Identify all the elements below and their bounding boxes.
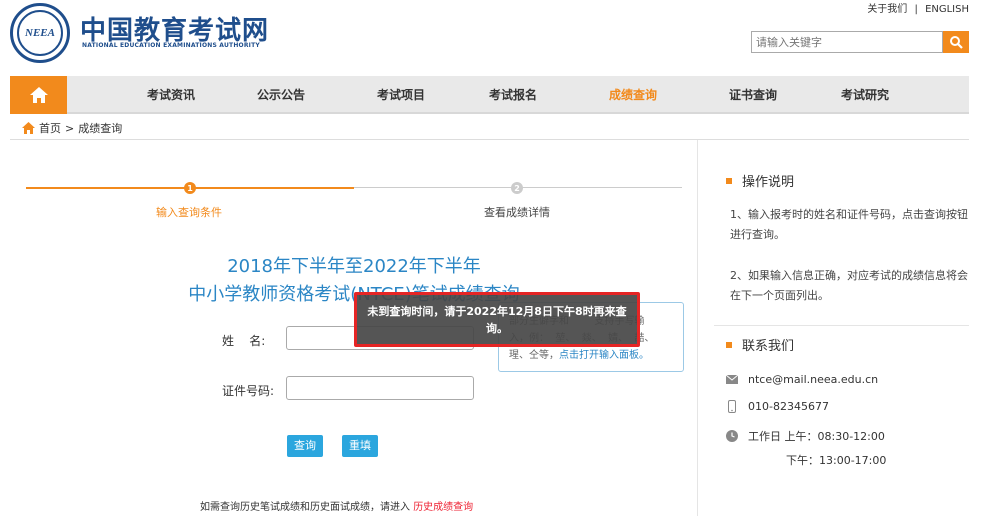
contact-hours: 工作日 上午：08:30-12:00 <box>726 428 885 444</box>
name-label: 姓 名: <box>222 334 266 348</box>
site-subtitle: NATIONAL EDUCATION EXAMINATIONS AUTHORIT… <box>82 42 260 49</box>
reset-button[interactable]: 重填 <box>342 435 378 457</box>
search-box <box>751 31 943 53</box>
contact-heading: 联系我们 <box>726 335 794 354</box>
nav-item-exam-research[interactable]: 考试研究 <box>820 76 910 114</box>
hours-pm-value: 下午：13:00-17:00 <box>786 454 887 467</box>
breadcrumb-current: 成绩查询 <box>78 122 123 135</box>
contact-phone: 010-82345677 <box>726 400 829 413</box>
search-input[interactable] <box>752 32 942 52</box>
breadcrumb: 首页 > 成绩查询 <box>22 120 122 136</box>
id-number-field[interactable] <box>286 376 474 400</box>
home-icon <box>22 122 35 134</box>
english-link[interactable]: ENGLISH <box>925 4 969 15</box>
bullet-square-icon <box>726 341 732 348</box>
nav-item-exam-projects[interactable]: 考试项目 <box>356 76 446 114</box>
history-score-link[interactable]: 历史成绩查询 <box>413 502 473 513</box>
search-button[interactable] <box>943 31 969 53</box>
query-title-line1: 2018年下半年至2022年下半年 <box>227 256 481 277</box>
sidebar-section-divider <box>714 325 969 326</box>
operation-step-1: 1、输入报考时的姓名和证件号码，点击查询按钮进行查询。 <box>730 208 968 241</box>
contact-email: ntce@mail.neea.edu.cn <box>726 373 878 386</box>
step-2-marker: 2 <box>511 182 523 194</box>
search-query-button[interactable]: 查询 <box>287 435 323 457</box>
search-icon <box>950 36 963 49</box>
breadcrumb-home[interactable]: 首页 <box>39 120 61 136</box>
nav-home-button[interactable] <box>10 76 67 114</box>
sidebar-divider <box>697 140 698 516</box>
site-logo[interactable]: NEEA <box>10 3 70 63</box>
nav-item-exam-news[interactable]: 考试资讯 <box>126 76 216 114</box>
phone-value: 010-82345677 <box>748 400 829 413</box>
mail-icon <box>726 374 738 386</box>
main-nav: 考试资讯 公示公告 考试项目 考试报名 成绩查询 证书查询 考试研究 <box>10 76 969 114</box>
step-1-label: 输入查询条件 <box>156 206 222 219</box>
link-separator: | <box>914 4 918 15</box>
bullet-square-icon <box>726 177 732 184</box>
clock-icon <box>726 430 738 442</box>
operation-guide-title: 操作说明 <box>742 175 795 190</box>
open-input-panel-link[interactable]: 点击打开输入面板。 <box>559 350 649 361</box>
about-link[interactable]: 关于我们 <box>867 4 907 15</box>
step-2-label: 查看成绩详情 <box>484 206 550 219</box>
email-value: ntce@mail.neea.edu.cn <box>748 373 879 386</box>
contact-hours-pm: 下午：13:00-17:00 <box>786 452 886 468</box>
nav-item-certificate-query[interactable]: 证书查询 <box>708 76 798 114</box>
logo-mark: NEEA <box>17 10 63 56</box>
step-1-marker: 1 <box>184 182 196 194</box>
home-icon <box>29 87 48 103</box>
hint-line-3: 瑆、仝等， <box>509 350 559 361</box>
nav-item-notices[interactable]: 公示公告 <box>236 76 326 114</box>
id-number-label: 证件号码: <box>222 384 275 398</box>
nav-item-registration[interactable]: 考试报名 <box>468 76 558 114</box>
operation-step-2: 2、如果输入信息正确，对应考试的成绩信息将会在下一个页面列出。 <box>730 269 968 302</box>
top-links: 关于我们 | ENGLISH <box>863 0 969 15</box>
contact-title: 联系我们 <box>742 339 795 354</box>
hours-am-value: 工作日 上午：08:30-12:00 <box>748 430 885 443</box>
history-note: 如需查询历史笔试成绩和历史面试成绩，请进入 历史成绩查询 <box>200 498 473 513</box>
breadcrumb-separator: > <box>65 121 75 135</box>
query-time-alert: 未到查询时间，请于2022年12月8日下午8时再来查询。 <box>354 292 640 347</box>
operation-guide-heading: 操作说明 <box>726 171 794 190</box>
breadcrumb-divider <box>10 139 969 140</box>
history-text: 如需查询历史笔试成绩和历史面试成绩，请进入 <box>200 502 410 513</box>
nav-item-score-query[interactable]: 成绩查询 <box>588 76 678 114</box>
phone-icon <box>726 400 738 413</box>
